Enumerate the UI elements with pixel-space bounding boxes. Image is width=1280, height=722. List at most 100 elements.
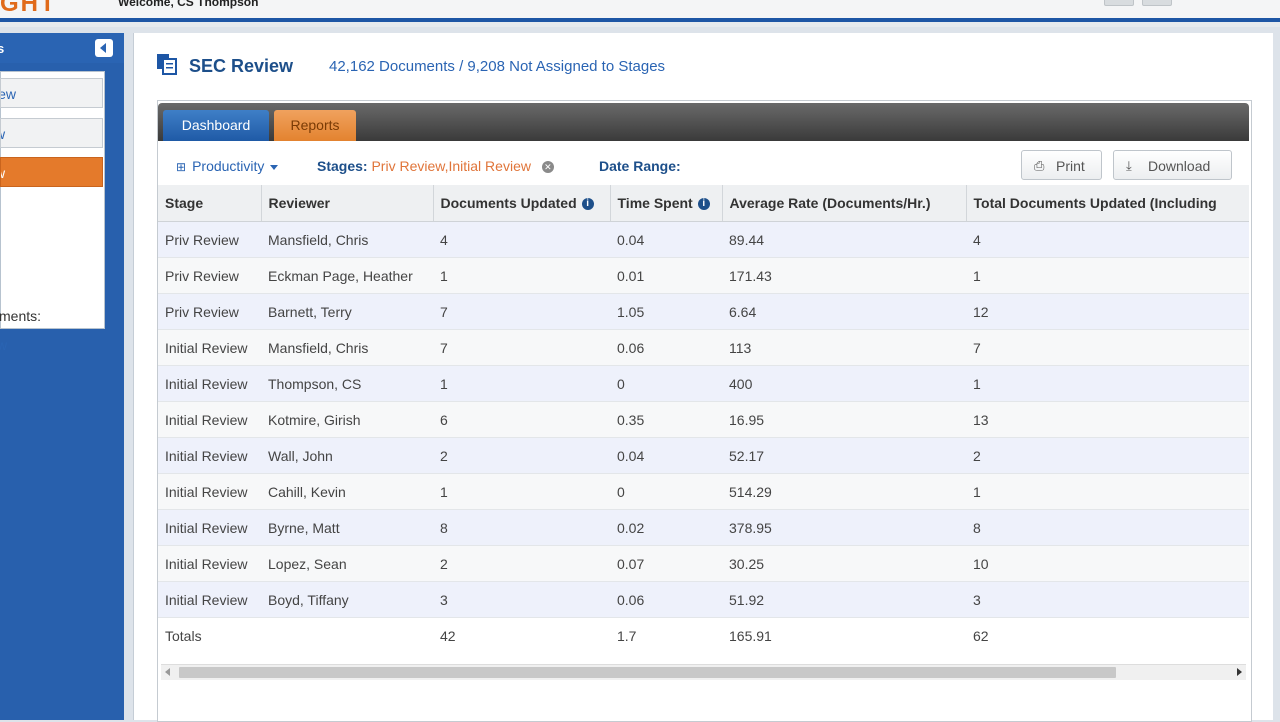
cell-time-spent: 0.06 <box>610 581 722 618</box>
table-row[interactable]: Initial Review Mansfield, Chris 7 0.06 113 7 <box>158 329 1249 366</box>
cell-stage: Initial Review <box>158 509 261 546</box>
table-row[interactable]: Priv Review Mansfield, Chris 4 0.04 89.44 4 <box>158 221 1249 258</box>
productivity-table-wrapper: Stage Reviewer Documents Updated i Time S… <box>158 185 1249 663</box>
cell-time-spent: 0.01 <box>610 257 722 294</box>
cell-documents-updated: 6 <box>433 401 610 438</box>
column-header-total-documents-updated[interactable]: Total Documents Updated (Including <box>966 185 1249 222</box>
table-row[interactable]: Initial Review Byrne, Matt 8 0.02 378.95 8 <box>158 509 1249 546</box>
table-row[interactable]: Initial Review Thompson, CS 1 0 400 1 <box>158 365 1249 402</box>
cell-average-rate: 6.64 <box>722 293 966 330</box>
column-header-time-spent[interactable]: Time Spent i <box>610 185 723 222</box>
cell-reviewer: Mansfield, Chris <box>261 221 433 258</box>
table-body: Priv Review Mansfield, Chris 4 0.04 89.44 4 Pr… <box>158 221 1249 653</box>
cell-reviewer: Eckman Page, Heather <box>261 257 433 294</box>
tab-dashboard[interactable]: Dashboard <box>163 110 269 141</box>
cell-reviewer: Boyd, Tiffany <box>261 581 433 618</box>
info-icon[interactable]: i <box>581 198 594 211</box>
table-row[interactable]: Initial Review Boyd, Tiffany 3 0.06 51.92 3 <box>158 581 1249 618</box>
sidebar-item-1[interactable]: iew <box>0 78 103 108</box>
cell-reviewer: Cahill, Kevin <box>261 473 433 510</box>
cell-documents-updated: 3 <box>433 581 610 618</box>
productivity-table: Stage Reviewer Documents Updated i Time S… <box>158 185 1249 653</box>
cell-average-rate: 89.44 <box>722 221 966 258</box>
cell-average-rate: 400 <box>722 365 966 402</box>
download-icon: ⤓ <box>1126 158 1132 173</box>
cell-documents-updated: 1 <box>433 473 610 510</box>
cell-documents-updated: 7 <box>433 293 610 330</box>
cell-documents-updated: 2 <box>433 437 610 474</box>
table-row[interactable]: Initial Review Kotmire, Girish 6 0.35 16.95 1… <box>158 401 1249 438</box>
info-icon[interactable]: i <box>697 198 710 211</box>
column-header-stage[interactable]: Stage <box>158 185 262 222</box>
sidebar-title: s <box>0 41 5 56</box>
cell-time-spent: 0.04 <box>610 221 722 258</box>
cell-total-documents-updated: 3 <box>966 581 1249 618</box>
cell-stage: Initial Review <box>158 401 261 438</box>
report-panel: Dashboard Reports ⊞ Productivity Stages: … <box>157 100 1252 722</box>
scroll-left-icon[interactable] <box>165 668 170 676</box>
cell-average-rate: 51.92 <box>722 581 966 618</box>
table-row[interactable]: Initial Review Lopez, Sean 2 0.07 30.25 10 <box>158 545 1249 582</box>
date-range-label[interactable]: Date Range: <box>599 158 681 174</box>
collapse-sidebar-icon[interactable] <box>95 39 113 57</box>
cell-total-documents-updated: 7 <box>966 329 1249 366</box>
cell-time-spent: 1.05 <box>610 293 722 330</box>
cell-time-spent: 0.07 <box>610 545 722 582</box>
cell-stage: Initial Review <box>158 545 261 582</box>
cell-stage: Initial Review <box>158 329 261 366</box>
cell-time-spent: 0.06 <box>610 329 722 366</box>
table-row[interactable]: Initial Review Cahill, Kevin 1 0 514.29 1 <box>158 473 1249 510</box>
cell-average-rate: 16.95 <box>722 401 966 438</box>
tab-reports[interactable]: Reports <box>274 110 356 141</box>
sidebar-header: s <box>0 33 124 63</box>
totals-cell-average-rate: 165.91 <box>722 617 966 653</box>
welcome-text: Welcome, CS Thompson <box>118 0 259 9</box>
document-count: 42,162 Documents / 9,208 Not Assigned to… <box>329 58 666 75</box>
tab-bar: Dashboard Reports <box>158 103 1249 141</box>
scrollbar-thumb[interactable] <box>179 667 1116 678</box>
productivity-dropdown[interactable]: ⊞ Productivity <box>176 158 279 174</box>
cell-documents-updated: 1 <box>433 365 610 402</box>
sidebar-link[interactable]: w <box>0 337 7 353</box>
download-button[interactable]: ⤓ Download <box>1113 150 1232 180</box>
cell-time-spent: 0.35 <box>610 401 722 438</box>
header-button-2[interactable] <box>1142 0 1172 6</box>
cell-reviewer: Barnett, Terry <box>261 293 433 330</box>
sidebar-item-3-active[interactable]: w <box>0 157 103 187</box>
sidebar-item-2[interactable]: w <box>0 118 103 148</box>
table-row[interactable]: Priv Review Barnett, Terry 7 1.05 6.64 12 <box>158 293 1249 330</box>
stages-filter: Stages: Priv Review,Initial Review ✕ <box>317 158 554 174</box>
cell-average-rate: 52.17 <box>722 437 966 474</box>
horizontal-scrollbar[interactable] <box>161 664 1246 680</box>
cell-documents-updated: 4 <box>433 221 610 258</box>
cell-reviewer: Byrne, Matt <box>261 509 433 546</box>
grid-icon: ⊞ <box>176 160 187 174</box>
stages-value[interactable]: Priv Review,Initial Review <box>371 158 531 174</box>
cell-reviewer: Wall, John <box>261 437 433 474</box>
header-button-1[interactable] <box>1104 0 1134 6</box>
column-header-reviewer[interactable]: Reviewer <box>261 185 434 222</box>
window-edge <box>1273 33 1280 720</box>
print-button[interactable]: ⎙ Print <box>1021 150 1102 180</box>
clear-icon[interactable]: ✕ <box>541 161 554 174</box>
cell-total-documents-updated: 1 <box>966 257 1249 294</box>
cell-time-spent: 0.04 <box>610 437 722 474</box>
cell-total-documents-updated: 4 <box>966 221 1249 258</box>
table-row[interactable]: Initial Review Wall, John 2 0.04 52.17 2 <box>158 437 1249 474</box>
cell-time-spent: 0.02 <box>610 509 722 546</box>
page-title: SEC Review <box>189 56 294 76</box>
totals-cell-total-documents-updated: 62 <box>966 617 1249 653</box>
column-header-documents-updated[interactable]: Documents Updated i <box>433 185 611 222</box>
cell-stage: Initial Review <box>158 437 261 474</box>
table-row[interactable]: Priv Review Eckman Page, Heather 1 0.01 171.… <box>158 257 1249 294</box>
scroll-right-icon[interactable] <box>1237 668 1242 676</box>
cell-documents-updated: 8 <box>433 509 610 546</box>
cell-stage: Priv Review <box>158 221 261 258</box>
print-icon: ⎙ <box>1034 158 1045 173</box>
cell-total-documents-updated: 1 <box>966 365 1249 402</box>
totals-cell-documents-updated: 42 <box>433 617 610 653</box>
cell-stage: Initial Review <box>158 581 261 618</box>
column-header-average-rate[interactable]: Average Rate (Documents/Hr.) <box>722 185 967 222</box>
cell-total-documents-updated: 13 <box>966 401 1249 438</box>
cell-reviewer: Mansfield, Chris <box>261 329 433 366</box>
